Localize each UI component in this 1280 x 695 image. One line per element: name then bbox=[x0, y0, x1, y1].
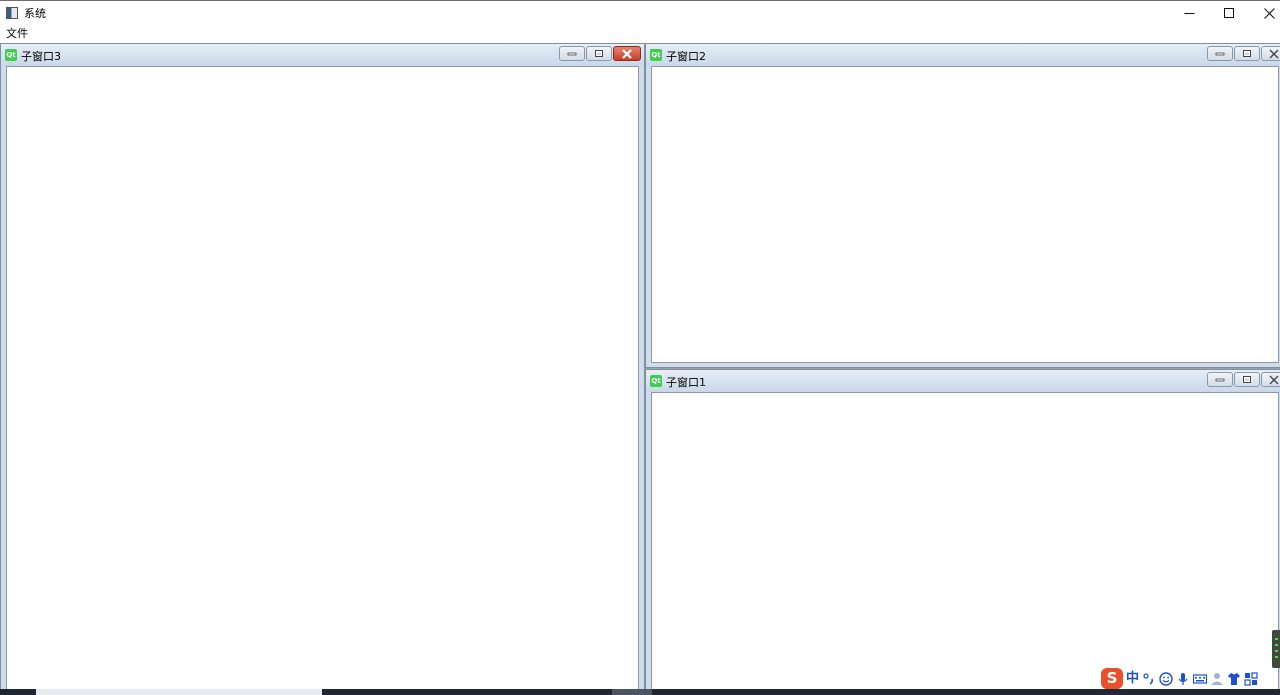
app-icon bbox=[6, 7, 18, 19]
menu-file[interactable]: 文件 bbox=[6, 27, 28, 41]
minimize-icon bbox=[1184, 13, 1194, 14]
subwindow-2-restore-button[interactable] bbox=[1234, 46, 1260, 61]
main-window: 系统 文件 Qt 子窗口3 Qt 子窗口2 Qt 子窗口1 S 中 bbox=[0, 0, 1280, 695]
floating-widget-handle[interactable] bbox=[1272, 630, 1280, 668]
subwindow-2-titlebar[interactable]: Qt 子窗口2 bbox=[646, 44, 1280, 66]
minimize-icon bbox=[1215, 378, 1225, 381]
subwindow-3-minimize-button[interactable] bbox=[559, 46, 585, 61]
emoji-icon[interactable] bbox=[1159, 671, 1173, 686]
close-button[interactable] bbox=[1246, 1, 1280, 26]
keyboard-icon[interactable] bbox=[1193, 672, 1208, 686]
subwindow-3-titlebar[interactable]: Qt 子窗口3 bbox=[1, 44, 644, 66]
subwindow-1-content[interactable] bbox=[651, 392, 1279, 692]
ime-logo-icon[interactable]: S bbox=[1101, 668, 1123, 689]
close-icon bbox=[622, 48, 632, 59]
subwindow-2-content[interactable] bbox=[651, 66, 1279, 363]
title-bar[interactable]: 系统 bbox=[0, 0, 1280, 26]
qt-icon: Qt bbox=[650, 49, 662, 61]
subwindow-2-close-button[interactable] bbox=[1261, 46, 1280, 61]
restore-icon bbox=[595, 50, 603, 57]
subwindow-1-title: 子窗口1 bbox=[666, 376, 706, 389]
taskbar-app-button[interactable] bbox=[612, 689, 652, 695]
subwindow-1-minimize-button[interactable] bbox=[1207, 372, 1233, 387]
window-title: 系统 bbox=[24, 7, 46, 20]
subwindow-1-titlebar[interactable]: Qt 子窗口1 bbox=[646, 370, 1280, 392]
skin-icon[interactable] bbox=[1227, 672, 1241, 686]
user-icon[interactable] bbox=[1210, 672, 1224, 686]
taskbar[interactable] bbox=[0, 689, 1280, 695]
ime-mode-toggle[interactable]: 中 bbox=[1126, 670, 1139, 688]
minimize-icon bbox=[567, 52, 577, 55]
punctuation-icon[interactable] bbox=[1142, 672, 1156, 686]
subwindow-3-title: 子窗口3 bbox=[21, 50, 61, 63]
subwindow-1-restore-button[interactable] bbox=[1234, 372, 1260, 387]
close-icon bbox=[1263, 8, 1275, 19]
restore-icon bbox=[1243, 376, 1251, 383]
taskbar-search-box[interactable] bbox=[36, 689, 322, 695]
subwindow-1-close-button[interactable] bbox=[1261, 372, 1280, 387]
minimize-icon bbox=[1215, 52, 1225, 55]
menu-bar: 文件 bbox=[0, 26, 1280, 43]
close-icon bbox=[1269, 375, 1279, 384]
microphone-icon[interactable] bbox=[1176, 672, 1190, 686]
subwindow-3-restore-button[interactable] bbox=[586, 46, 612, 61]
subwindow-2-title: 子窗口2 bbox=[666, 50, 706, 63]
subwindow-2-minimize-button[interactable] bbox=[1207, 46, 1233, 61]
maximize-icon bbox=[1223, 8, 1234, 18]
mdi-area: Qt 子窗口3 Qt 子窗口2 Qt 子窗口1 bbox=[0, 43, 1280, 693]
qt-icon: Qt bbox=[5, 49, 17, 61]
ime-toolbar[interactable]: S 中 bbox=[1100, 668, 1270, 689]
qt-icon: Qt bbox=[650, 375, 662, 387]
subwindow-3-close-button[interactable] bbox=[613, 46, 641, 61]
restore-icon bbox=[1243, 50, 1251, 57]
close-icon bbox=[1269, 49, 1279, 58]
subwindow-2[interactable]: Qt 子窗口2 bbox=[645, 43, 1280, 368]
subwindow-1[interactable]: Qt 子窗口1 bbox=[645, 369, 1280, 693]
subwindow-3[interactable]: Qt 子窗口3 bbox=[0, 43, 645, 693]
subwindow-3-content[interactable] bbox=[6, 66, 639, 692]
tools-icon[interactable] bbox=[1244, 671, 1258, 686]
